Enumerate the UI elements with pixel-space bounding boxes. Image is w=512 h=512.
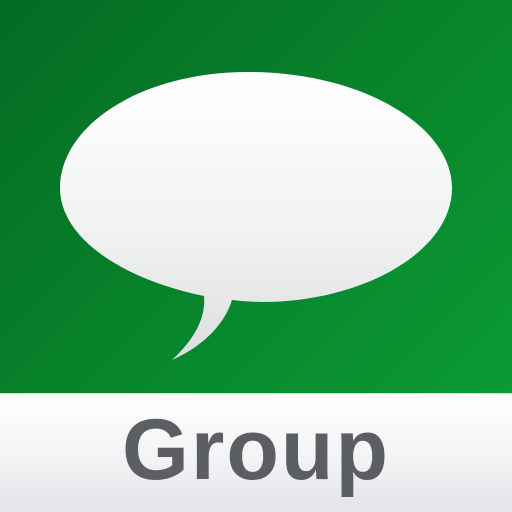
app-label: Group	[122, 401, 390, 498]
speech-bubble-icon	[60, 72, 452, 360]
label-band: Group	[0, 393, 512, 512]
group-app-icon[interactable]: Group	[0, 0, 512, 512]
